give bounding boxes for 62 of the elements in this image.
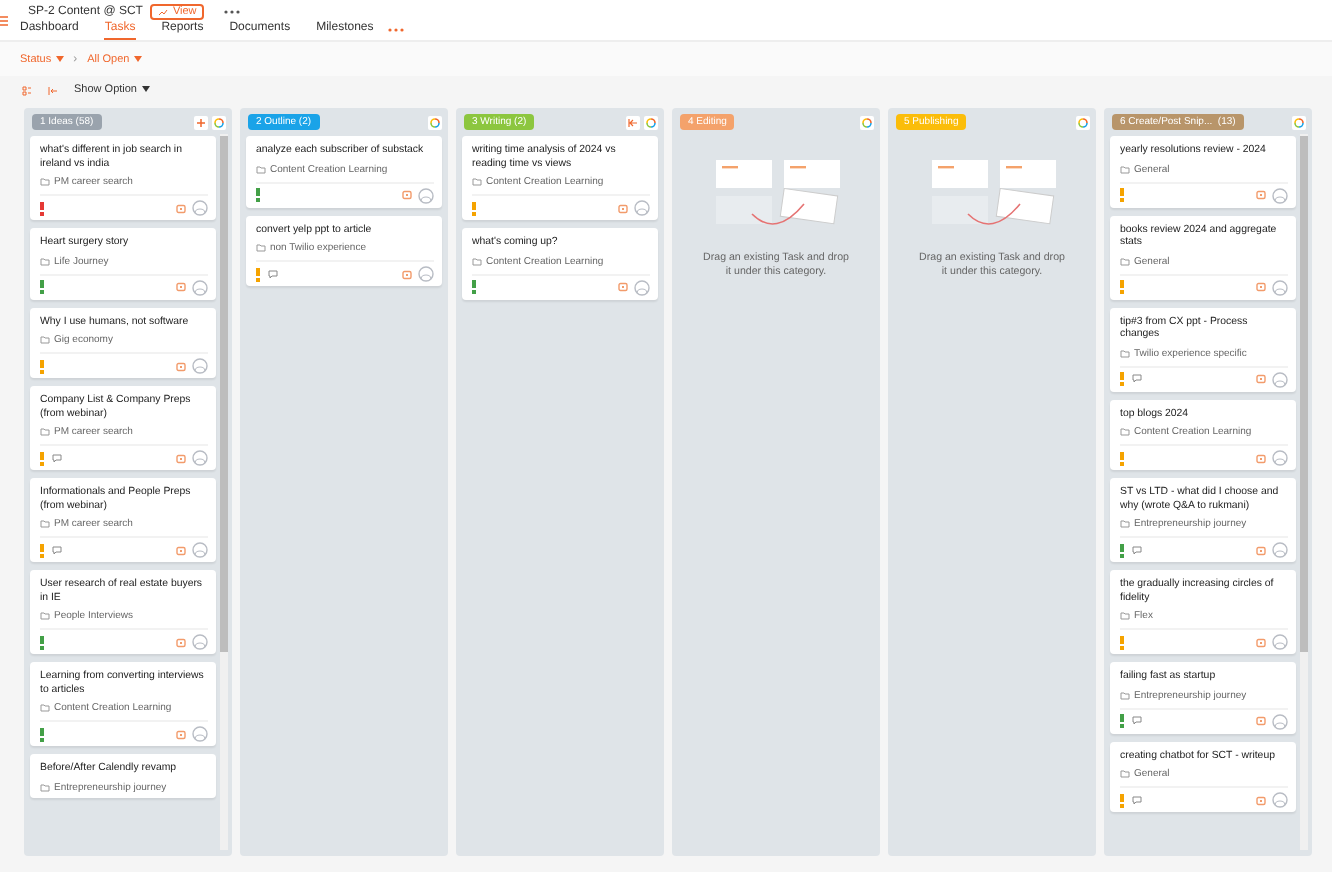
folder-icon bbox=[40, 520, 50, 528]
settings-icon bbox=[1078, 117, 1088, 127]
folder-icon bbox=[40, 428, 50, 436]
folder-icon bbox=[40, 336, 50, 344]
folder-icon bbox=[1120, 165, 1130, 173]
folder-icon bbox=[1120, 520, 1130, 528]
collapse-icon[interactable] bbox=[48, 85, 58, 95]
group-icon[interactable] bbox=[22, 85, 32, 95]
avatar-icon[interactable] bbox=[192, 542, 208, 558]
settings-icon bbox=[646, 117, 656, 127]
caret-icon bbox=[133, 55, 142, 61]
avatar-icon[interactable] bbox=[1272, 450, 1288, 466]
folder-icon bbox=[1120, 612, 1130, 620]
avatar-icon[interactable] bbox=[1272, 371, 1288, 387]
folder-icon bbox=[40, 783, 50, 791]
folder-icon bbox=[40, 612, 50, 620]
scrollbar[interactable] bbox=[1300, 134, 1308, 850]
avatar-icon[interactable] bbox=[1272, 542, 1288, 558]
column-settings-button[interactable] bbox=[1076, 115, 1090, 129]
avatar-icon[interactable] bbox=[1272, 634, 1288, 650]
avatar-icon[interactable] bbox=[634, 200, 650, 216]
avatar-icon[interactable] bbox=[192, 634, 208, 650]
folder-icon bbox=[472, 257, 482, 265]
column-settings-button[interactable] bbox=[644, 115, 658, 129]
folder-icon bbox=[472, 178, 482, 186]
folder-icon bbox=[256, 244, 266, 252]
avatar-icon[interactable] bbox=[1272, 792, 1288, 808]
folder-icon bbox=[40, 257, 50, 265]
avatar-icon[interactable] bbox=[192, 358, 208, 374]
folder-icon bbox=[256, 165, 266, 173]
avatar-icon[interactable] bbox=[418, 187, 434, 203]
avatar-icon[interactable] bbox=[192, 450, 208, 466]
column-settings-button[interactable] bbox=[212, 115, 226, 129]
column-settings-button[interactable] bbox=[860, 115, 874, 129]
settings-icon bbox=[862, 117, 872, 127]
avatar-icon[interactable] bbox=[1272, 279, 1288, 295]
avatar-icon[interactable] bbox=[192, 279, 208, 295]
avatar-icon[interactable] bbox=[1272, 713, 1288, 729]
avatar-icon[interactable] bbox=[192, 200, 208, 216]
column-settings-button[interactable] bbox=[428, 115, 442, 129]
settings-icon bbox=[430, 117, 440, 127]
folder-icon bbox=[1120, 691, 1130, 699]
folder-icon bbox=[40, 178, 50, 186]
folder-icon bbox=[1120, 349, 1130, 357]
folder-icon bbox=[1120, 770, 1130, 778]
folder-icon bbox=[40, 704, 50, 712]
add-button[interactable] bbox=[194, 115, 208, 129]
collapse-button[interactable] bbox=[626, 115, 640, 129]
avatar-icon[interactable] bbox=[634, 279, 650, 295]
settings-icon bbox=[214, 117, 224, 127]
column-settings-button[interactable] bbox=[1292, 115, 1306, 129]
scrollbar[interactable] bbox=[220, 134, 228, 850]
menu-icon[interactable] bbox=[0, 15, 8, 25]
avatar-icon[interactable] bbox=[1272, 187, 1288, 203]
avatar-icon[interactable] bbox=[418, 266, 434, 282]
avatar-icon[interactable] bbox=[192, 726, 208, 742]
folder-icon bbox=[1120, 257, 1130, 265]
settings-icon bbox=[1294, 117, 1304, 127]
folder-icon bbox=[1120, 428, 1130, 436]
caret-icon bbox=[141, 86, 149, 92]
chart-icon bbox=[158, 7, 169, 15]
caret-icon bbox=[55, 55, 64, 61]
